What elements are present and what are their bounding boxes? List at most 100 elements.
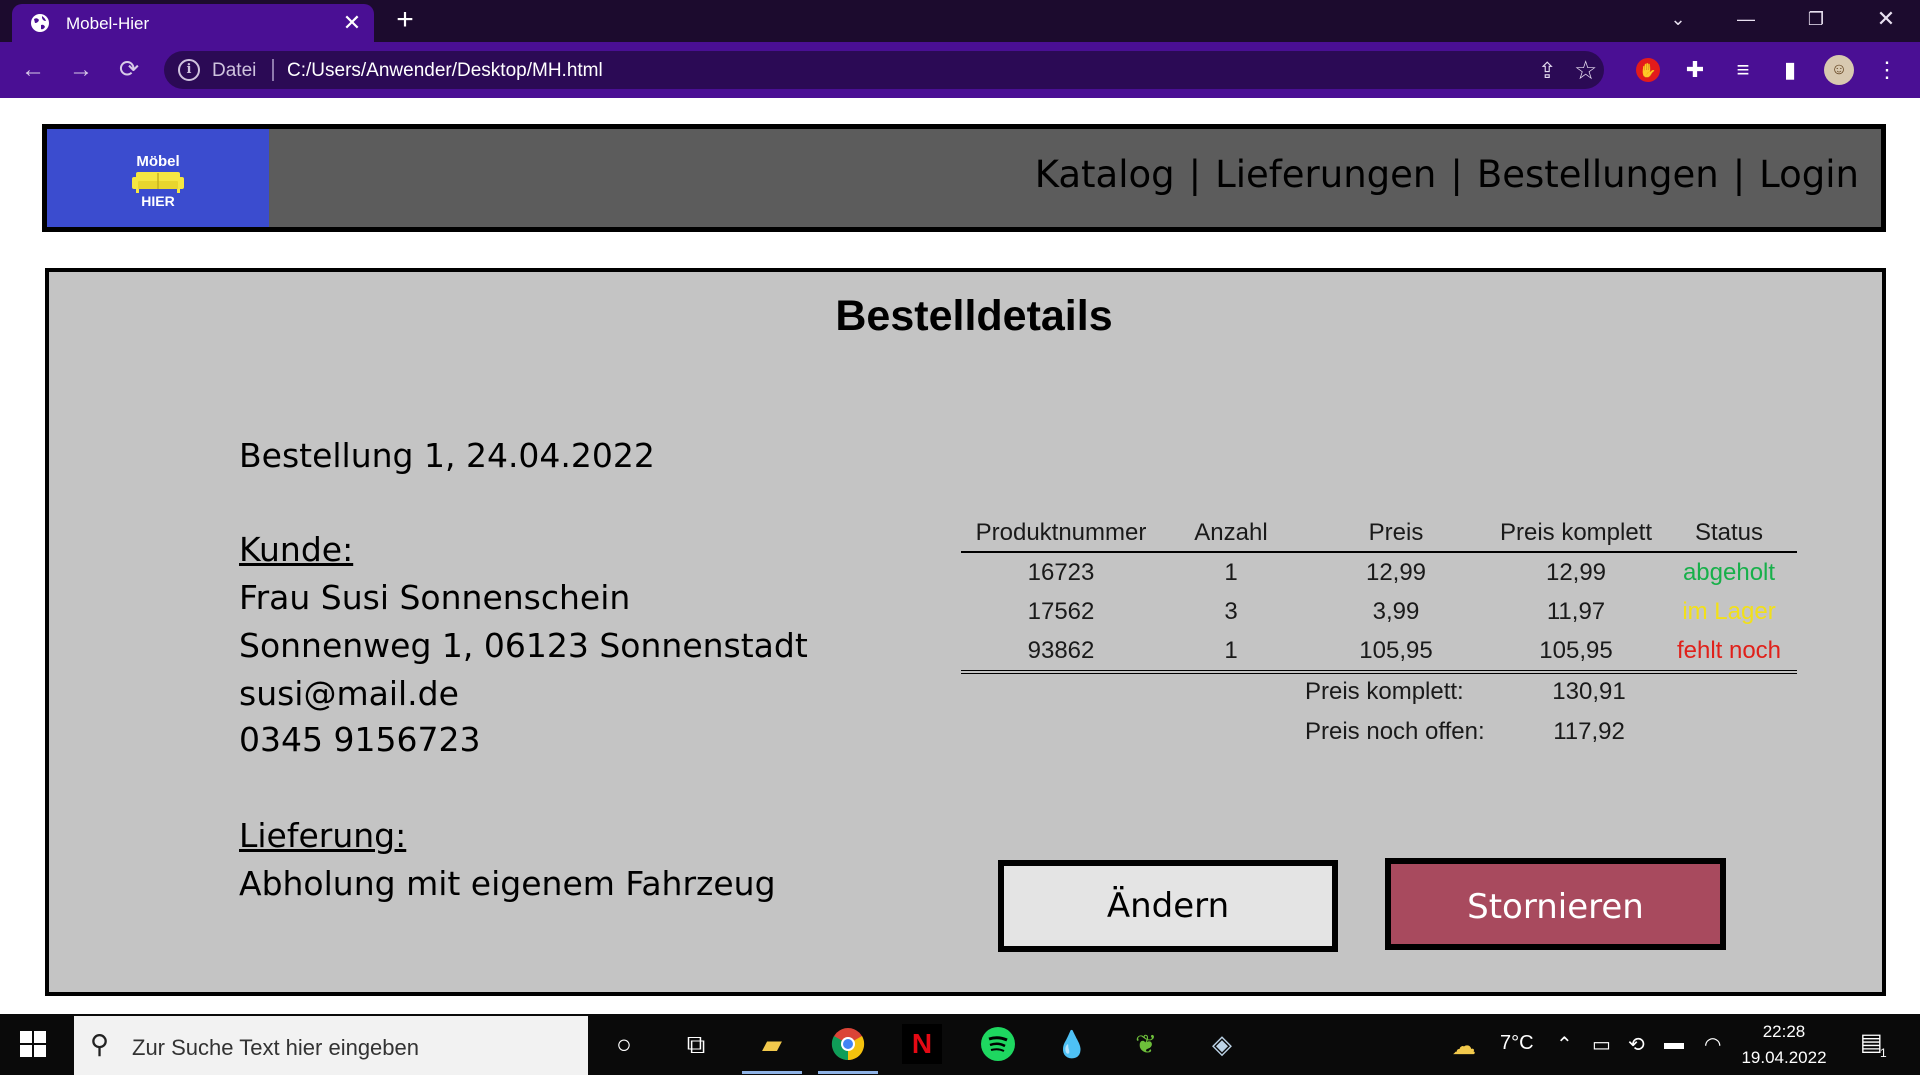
logo[interactable]: Möbel HIER: [47, 129, 269, 227]
battery-icon[interactable]: ▬: [1664, 1032, 1684, 1055]
logo-text-top: Möbel: [136, 153, 180, 170]
nav-lieferungen[interactable]: Lieferungen: [1215, 153, 1436, 196]
change-button[interactable]: Ändern: [998, 860, 1338, 952]
scheme-label: Datei: [212, 60, 257, 81]
customer-email: susi@mail.de: [239, 674, 459, 713]
status-badge: im Lager: [1682, 598, 1776, 625]
adblock-extension-icon[interactable]: ✋: [1636, 58, 1660, 82]
cortana-icon[interactable]: ○: [604, 1024, 644, 1064]
page-title: Bestelldetails: [835, 292, 1113, 340]
column-header: Produktnummer: [961, 514, 1161, 553]
chrome-logo-icon: [831, 1028, 865, 1061]
tray-chevron-up-icon[interactable]: ⌃: [1556, 1032, 1573, 1057]
logo-text-bottom: HIER: [141, 193, 175, 209]
unit-price: 105,95: [1301, 632, 1491, 674]
browser-toolbar: ← → ⟳ i Datei C:/Users/Anwender/Desktop/…: [0, 42, 1920, 98]
total-price-value: 130,91: [1552, 678, 1626, 705]
quantity: 1: [1161, 632, 1301, 674]
status-badge: fehlt noch: [1661, 632, 1797, 674]
table-header-row: Produktnummer Anzahl Preis Preis komplet…: [961, 514, 1797, 553]
sofa-icon: [132, 172, 184, 193]
new-tab-button[interactable]: +: [390, 5, 420, 35]
weather-temperature[interactable]: 7°C: [1500, 1032, 1534, 1055]
tab-title: Mobel-Hier: [66, 14, 150, 33]
tray-sync-icon[interactable]: ⟲: [1628, 1032, 1645, 1057]
netflix-icon[interactable]: N: [902, 1024, 942, 1064]
menu-dots-icon[interactable]: ⋮: [1872, 55, 1902, 85]
column-header: Anzahl: [1161, 514, 1301, 553]
order-details-panel: Bestelldetails Bestellung 1, 24.04.2022 …: [45, 268, 1886, 996]
nav-bestellungen[interactable]: Bestellungen: [1477, 153, 1719, 196]
restore-icon[interactable]: ❐: [1786, 4, 1846, 34]
column-header: Status: [1661, 514, 1797, 553]
main-navigation: Katalog | Lieferungen | Bestellungen | Login: [1035, 153, 1859, 196]
windows-start-icon[interactable]: [20, 1031, 46, 1057]
status-badge: abgeholt: [1682, 558, 1776, 586]
clock-date[interactable]: 19.04.2022: [1734, 1048, 1834, 1068]
customer-name: Frau Susi Sonnenschein: [239, 578, 631, 617]
chrome-icon[interactable]: [818, 1024, 878, 1074]
extensions-puzzle-icon[interactable]: ✚: [1680, 55, 1710, 85]
customer-address: Sonnenweg 1, 06123 Sonnenstadt: [239, 626, 808, 665]
line-total: 11,97: [1546, 598, 1606, 625]
table-row: 93862 1 105,95 105,95 fehlt noch: [961, 632, 1797, 674]
tab-search-chevron-icon[interactable]: ⌄: [1648, 4, 1708, 34]
side-panel-icon[interactable]: ▮: [1775, 55, 1805, 85]
paint-drop-icon[interactable]: 💧: [1052, 1024, 1092, 1064]
media-playlist-icon[interactable]: ≡: [1728, 55, 1758, 85]
nav-separator: |: [1732, 153, 1746, 196]
table-row: 17562 3 3,99 11,97 im Lager: [961, 592, 1797, 632]
reload-icon[interactable]: ⟳: [114, 55, 144, 85]
taskbar-search-input[interactable]: ⚲ Zur Suche Text hier eingeben: [74, 1016, 588, 1075]
column-header: Preis: [1301, 514, 1491, 553]
back-arrow-icon[interactable]: ←: [18, 55, 48, 85]
task-view-icon[interactable]: ⧉: [676, 1024, 716, 1064]
quantity: 3: [1224, 598, 1238, 625]
globe-icon: [31, 14, 49, 32]
weather-icon[interactable]: ☁: [1452, 1032, 1476, 1061]
info-icon[interactable]: i: [178, 59, 200, 81]
close-window-icon[interactable]: ✕: [1856, 4, 1916, 34]
address-bar[interactable]: i Datei C:/Users/Anwender/Desktop/MH.htm…: [164, 51, 1604, 89]
notification-count: 1: [1880, 1046, 1887, 1060]
unit-price: 3,99: [1372, 598, 1420, 625]
minimize-icon[interactable]: —: [1716, 4, 1776, 34]
delivery-label: Lieferung:: [239, 816, 407, 855]
share-icon[interactable]: ⇪: [1538, 58, 1556, 84]
clock-time[interactable]: 22:28: [1744, 1022, 1824, 1042]
nav-login[interactable]: Login: [1759, 153, 1859, 196]
order-items-table: Produktnummer Anzahl Preis Preis komplet…: [961, 514, 1797, 674]
cancel-order-button[interactable]: Stornieren: [1385, 858, 1726, 950]
product-number: 93862: [961, 632, 1161, 674]
search-icon: ⚲: [90, 1029, 110, 1059]
line-total: 12,99: [1545, 558, 1607, 586]
forward-arrow-icon[interactable]: →: [66, 55, 96, 85]
quantity: 1: [1224, 558, 1238, 586]
file-explorer-icon[interactable]: ▰: [742, 1024, 802, 1074]
address-separator: [272, 59, 274, 81]
order-heading: Bestellung 1, 24.04.2022: [239, 436, 655, 475]
table-row: 16723 1 12,99 12,99 abgeholt: [961, 552, 1797, 592]
notepad-app-icon[interactable]: ◈: [1202, 1024, 1242, 1064]
customer-label: Kunde:: [239, 530, 354, 569]
nav-katalog[interactable]: Katalog: [1035, 153, 1175, 196]
wifi-icon[interactable]: ◠: [1704, 1032, 1721, 1057]
open-price-label: Preis noch offen:: [1305, 718, 1485, 745]
tab-close-icon[interactable]: ✕: [340, 11, 364, 35]
taskbar: ⚲ Zur Suche Text hier eingeben ○ ⧉ ▰ N 💧…: [0, 1014, 1920, 1075]
url-text[interactable]: C:/Users/Anwender/Desktop/MH.html: [287, 60, 603, 82]
open-price-value: 117,92: [1553, 718, 1625, 745]
tray-device-icon[interactable]: ▭: [1592, 1032, 1611, 1057]
customer-phone: 0345 9156723: [239, 720, 481, 759]
browser-tab[interactable]: Mobel-Hier ✕: [12, 4, 374, 42]
line-total: 105,95: [1491, 632, 1661, 674]
column-header: Preis komplett: [1491, 514, 1661, 553]
profile-avatar-icon[interactable]: ☺: [1824, 55, 1854, 85]
leaf-app-icon[interactable]: ❦: [1126, 1024, 1166, 1064]
site-header: Möbel HIER Katalog | Lieferungen | Bestellun…: [42, 124, 1886, 232]
product-number: 16723: [1027, 558, 1095, 586]
browser-tab-bar: Mobel-Hier ✕ + ⌄ — ❐ ✕: [0, 0, 1920, 42]
bookmark-star-icon[interactable]: ☆: [1574, 55, 1597, 86]
spotify-logo-icon: [981, 1027, 1015, 1061]
spotify-icon[interactable]: [978, 1024, 1018, 1064]
